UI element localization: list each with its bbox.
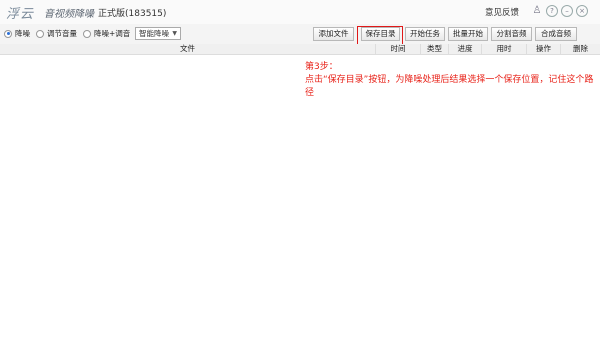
denoise-mode-select[interactable]: 智能降噪 ▼ — [135, 27, 181, 40]
radio-volume[interactable]: 调节音量 — [36, 28, 77, 39]
save-directory-highlight-box — [357, 26, 403, 45]
radio-selected-icon[interactable] — [4, 29, 12, 38]
radio-label: 调节音量 — [47, 29, 77, 38]
mode-radio-group: 降噪 调节音量 降噪+调音 — [4, 28, 130, 39]
app-version: 正式版(183515) — [98, 9, 167, 19]
column-delete[interactable]: 删除 — [560, 44, 600, 55]
app-name: 音视频降噪 — [44, 9, 94, 20]
radio-label: 降噪 — [15, 29, 30, 38]
step-instruction: 点击“保存目录”按钮，为降噪处理后结果选择一个保存位置，记住这个路径 — [305, 75, 594, 98]
step-title: 第3步： — [305, 62, 338, 72]
user-icon[interactable]: ♙ — [531, 5, 543, 17]
merge-audio-button[interactable]: 合成音频 — [535, 27, 577, 41]
add-file-button[interactable]: 添加文件 — [313, 27, 354, 41]
help-icon[interactable]: ? — [546, 5, 558, 17]
radio-label: 降噪+调音 — [94, 29, 131, 38]
radio-unselected-icon[interactable] — [83, 29, 91, 38]
radio-denoise-volume[interactable]: 降噪+调音 — [83, 28, 130, 39]
window-controls: ♙ ? – × — [531, 5, 588, 17]
file-table-header: 文件 时间 类型 进度 用时 操作 删除 — [0, 44, 600, 55]
minimize-icon[interactable]: – — [561, 5, 573, 17]
app-logo: 浮云 — [6, 7, 35, 22]
radio-denoise[interactable]: 降噪 — [4, 28, 30, 39]
column-action[interactable]: 操作 — [526, 44, 560, 55]
column-time[interactable]: 时间 — [375, 44, 420, 55]
radio-unselected-icon[interactable] — [36, 29, 44, 38]
chevron-down-icon: ▼ — [172, 30, 177, 37]
column-elapsed[interactable]: 用时 — [481, 44, 526, 55]
start-task-button[interactable]: 开始任务 — [405, 27, 445, 41]
batch-start-button[interactable]: 批量开始 — [448, 27, 488, 41]
toolbar: 降噪 调节音量 降噪+调音 智能降噪 ▼ 添加文件 保存目录 开始任务 批量开始… — [0, 24, 600, 44]
title-bar: 浮云 音视频降噪 正式版(183515) 意见反馈 ♙ ? – × — [0, 0, 600, 24]
feedback-link[interactable]: 意见反馈 — [485, 6, 519, 18]
column-file[interactable]: 文件 — [0, 44, 375, 55]
select-value: 智能降噪 — [139, 29, 169, 38]
column-progress[interactable]: 进度 — [448, 44, 481, 55]
close-icon[interactable]: × — [576, 5, 588, 17]
column-type[interactable]: 类型 — [420, 44, 448, 55]
split-audio-button[interactable]: 分割音频 — [491, 27, 532, 41]
step-annotation: 第3步： 点击“保存目录”按钮，为降噪处理后结果选择一个保存位置，记住这个路径 — [305, 61, 597, 100]
